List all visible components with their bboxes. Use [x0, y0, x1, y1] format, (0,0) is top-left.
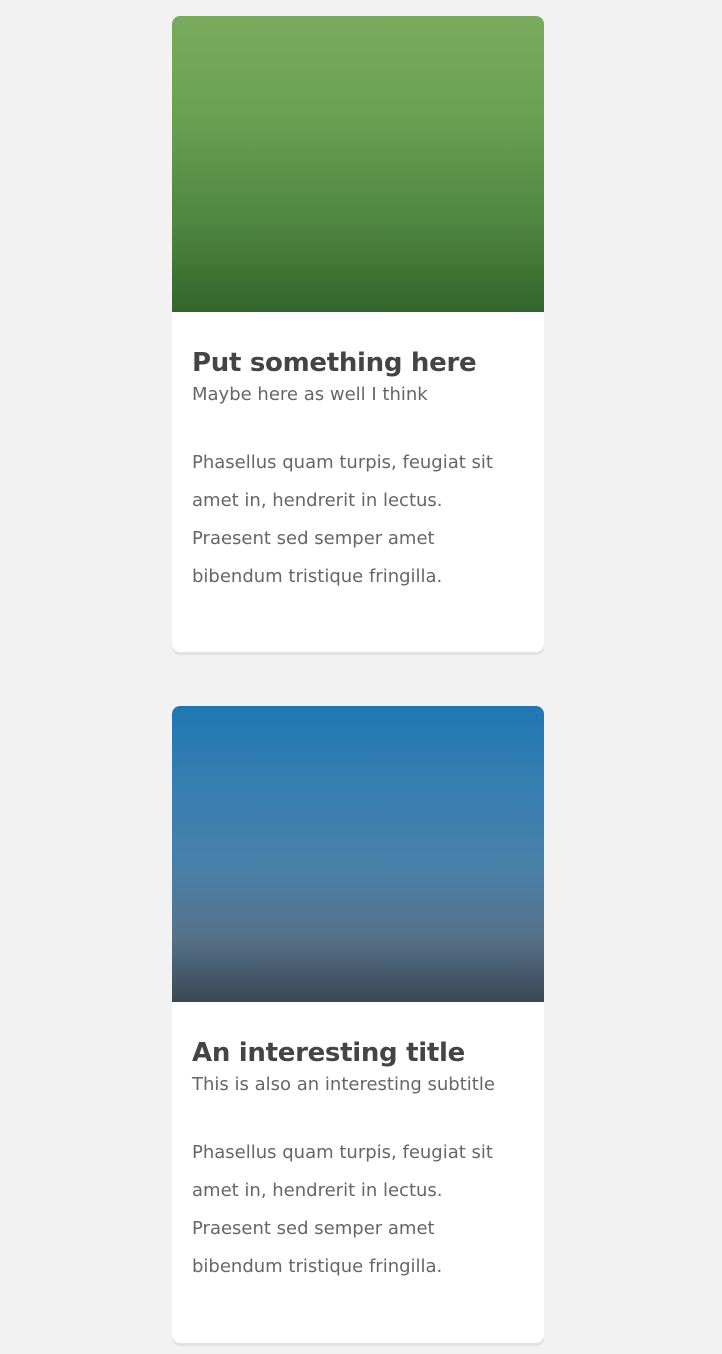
card-text: Phasellus quam turpis, feugiat sit amet … [192, 1142, 493, 1277]
card[interactable]: Put something here Maybe here as well I … [172, 16, 544, 652]
card-subtitle: Maybe here as well I think [192, 384, 428, 405]
card-subtitle: This is also an interesting subtitle [192, 1074, 495, 1095]
card-image [172, 706, 544, 1002]
card-title: An interesting title [192, 1038, 465, 1068]
card-title: Put something here [192, 348, 477, 378]
card-text: Phasellus quam turpis, feugiat sit amet … [192, 452, 493, 587]
card-body: Put something here Maybe here as well I … [172, 312, 544, 596]
card[interactable]: An interesting title This is also an int… [172, 706, 544, 1343]
card-image [172, 16, 544, 312]
card-body: An interesting title This is also an int… [172, 1002, 544, 1286]
page: Put something here Maybe here as well I … [0, 0, 722, 1354]
